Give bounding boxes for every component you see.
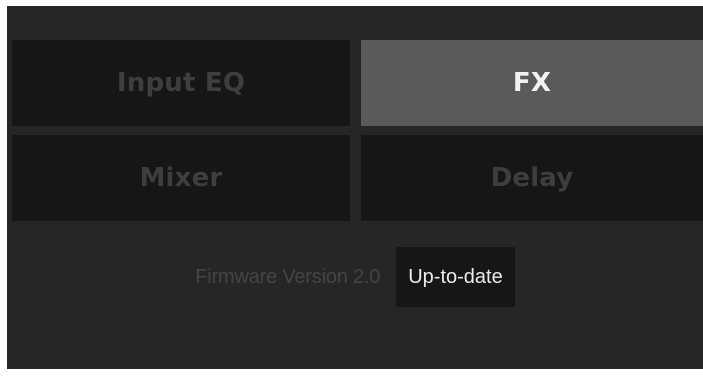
settings-panel: Input EQ FX Mixer Delay Firmware Version… — [7, 6, 703, 369]
tile-delay[interactable]: Delay — [361, 135, 703, 221]
tile-input-eq[interactable]: Input EQ — [12, 40, 350, 126]
tile-mixer[interactable]: Mixer — [12, 135, 350, 221]
tile-input-eq-label: Input EQ — [116, 68, 246, 98]
tile-mixer-label: Mixer — [139, 163, 223, 193]
tile-delay-label: Delay — [490, 163, 574, 193]
firmware-status-button[interactable]: Up-to-date — [396, 247, 515, 307]
firmware-version-label: Firmware Version 2.0 — [195, 265, 381, 288]
firmware-row: Firmware Version 2.0 Up-to-date — [7, 247, 703, 307]
tile-fx-label: FX — [512, 68, 552, 98]
firmware-status-button-label: Up-to-date — [408, 265, 503, 288]
tile-fx[interactable]: FX — [361, 40, 703, 126]
